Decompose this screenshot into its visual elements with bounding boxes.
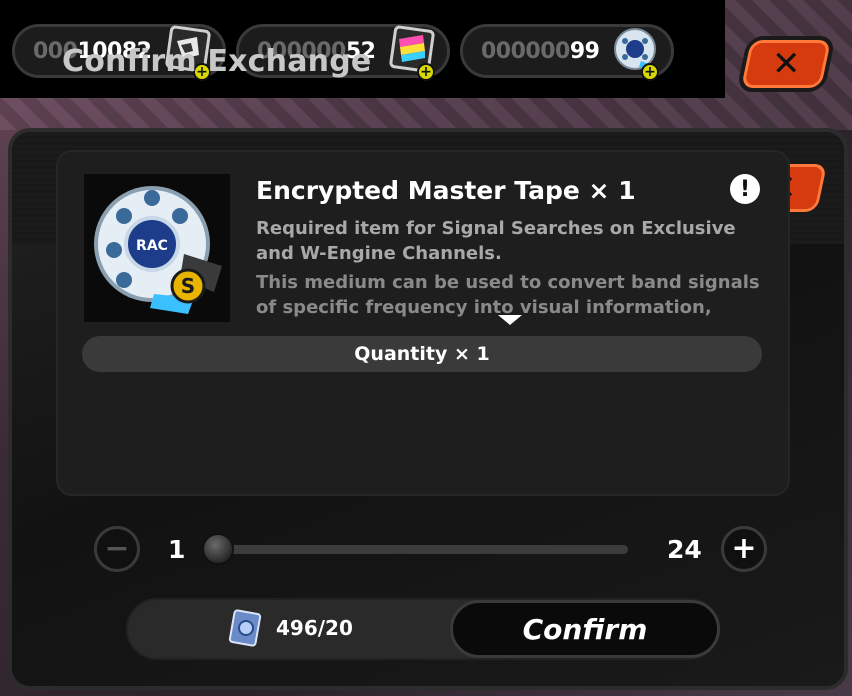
cost-display: 496/20 <box>228 606 353 650</box>
master-tape-item-icon: RAC S <box>84 174 230 322</box>
currency-amount: 00000099 <box>481 38 600 64</box>
item-description-extra[interactable]: This medium can be used to convert band … <box>256 270 776 318</box>
dialog-title: Confirm Exchange <box>62 44 372 79</box>
confirm-button[interactable]: Confirm <box>450 600 720 658</box>
quantity-slider-handle[interactable] <box>202 533 234 565</box>
decrease-button[interactable]: − <box>94 526 140 572</box>
exchange-token-icon <box>228 609 262 647</box>
color-tape-icon: + <box>387 25 437 81</box>
add-currency-icon[interactable]: + <box>417 63 435 81</box>
close-icon: ✕ <box>771 44 801 84</box>
add-currency-icon[interactable]: + <box>641 63 659 81</box>
top-close-button[interactable]: ✕ <box>736 36 836 92</box>
item-description: Required item for Signal Searches on Exc… <box>256 218 736 264</box>
item-title: Encrypted Master Tape × 1 <box>256 176 636 205</box>
quantity-label: Quantity × 1 <box>82 336 762 372</box>
currency-master-tape[interactable]: 00000099 + <box>460 24 674 81</box>
info-icon[interactable]: ! <box>730 174 760 204</box>
svg-text:RAC: RAC <box>136 238 168 254</box>
cost-value: 496/20 <box>276 616 353 640</box>
master-tape-icon: + <box>611 25 661 81</box>
increase-button[interactable]: + <box>721 526 767 572</box>
slider-max-value: 24 <box>667 535 702 564</box>
svg-text:S: S <box>181 274 195 298</box>
scroll-down-icon[interactable] <box>498 315 522 325</box>
slider-min-value: 1 <box>168 535 186 564</box>
quantity-slider-track[interactable] <box>212 545 628 554</box>
